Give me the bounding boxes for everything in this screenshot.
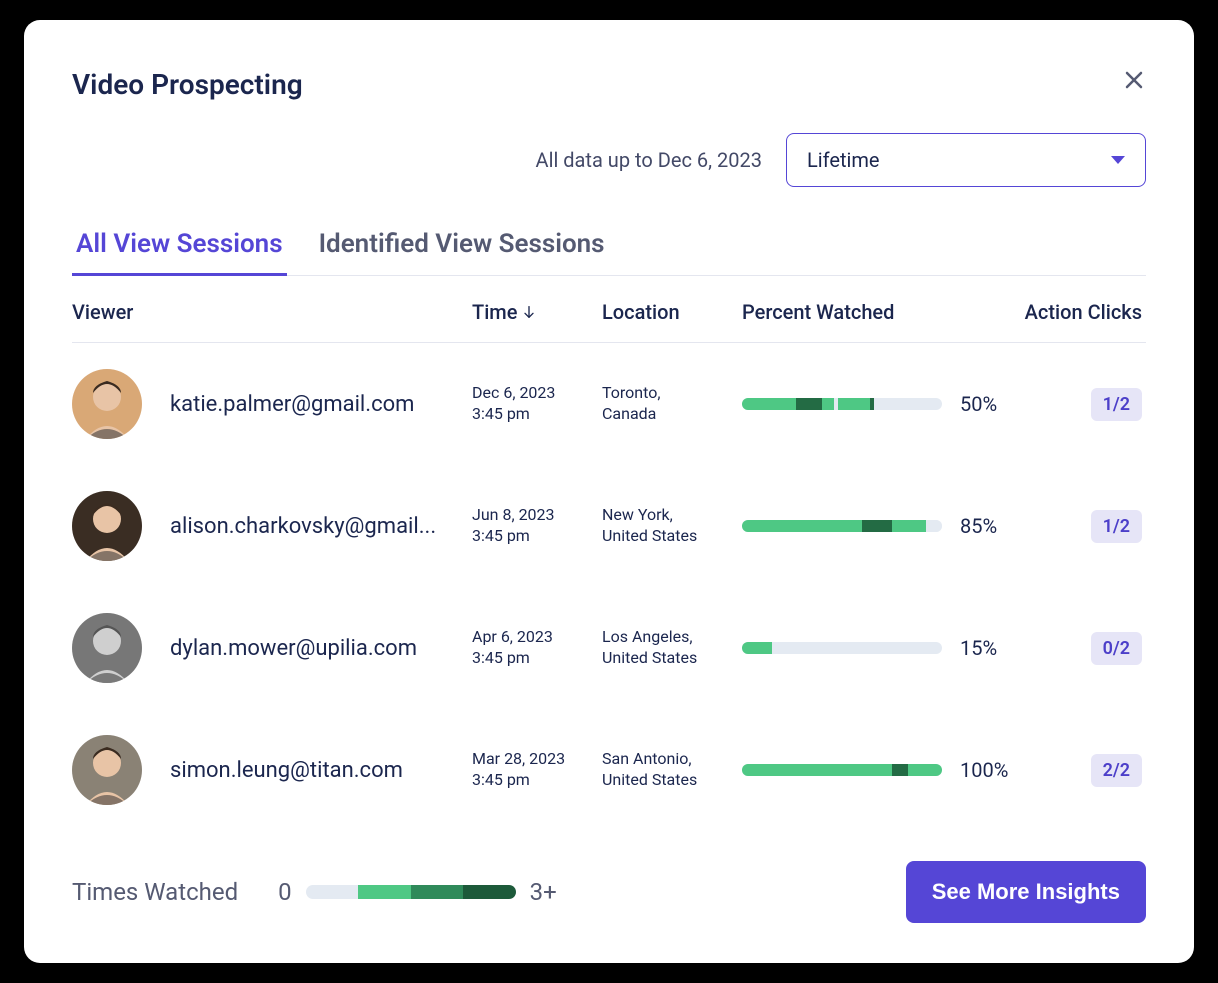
location-cell: New York,United States [602,505,742,547]
column-time[interactable]: Time [472,300,602,324]
viewer-email: katie.palmer@gmail.com [170,392,414,417]
table-body: katie.palmer@gmail.com Dec 6, 20233:45 pm… [72,343,1146,831]
avatar [72,369,142,439]
see-more-insights-button[interactable]: See More Insights [906,861,1146,923]
table-row[interactable]: alison.charkovsky@gmail... Jun 8, 20233:4… [72,465,1146,587]
avatar [72,613,142,683]
avatar [72,735,142,805]
percent-watched-value: 15% [960,636,997,660]
tab-all-view-sessions[interactable]: All View Sessions [72,229,287,276]
percent-watched-bar [742,764,942,776]
times-watched-legend: Times Watched 0 3+ [72,878,557,906]
sort-descending-icon [521,304,537,320]
percent-watched-cell: 15% [742,636,1002,660]
time-cell: Apr 6, 20233:45 pm [472,627,602,669]
location-cell: Los Angeles,United States [602,627,742,669]
legend-label: Times Watched [72,878,238,906]
percent-watched-bar [742,398,942,410]
video-prospecting-modal: Video Prospecting All data up to Dec 6, … [24,20,1194,963]
action-clicks-cell: 1/2 [1002,510,1142,543]
action-clicks-badge: 2/2 [1091,754,1142,787]
close-icon[interactable] [1122,68,1146,92]
avatar [72,491,142,561]
viewer-email: alison.charkovsky@gmail... [170,514,436,539]
percent-watched-bar [742,642,942,654]
viewer-cell: katie.palmer@gmail.com [72,369,472,439]
time-cell: Dec 6, 20233:45 pm [472,383,602,425]
modal-title: Video Prospecting [72,68,303,101]
column-percent-watched[interactable]: Percent Watched [742,300,1002,324]
percent-watched-cell: 85% [742,514,1002,538]
table-row[interactable]: dylan.mower@upilia.com Apr 6, 20233:45 pm… [72,587,1146,709]
chevron-down-icon [1111,156,1125,164]
column-action-clicks[interactable]: Action Clicks [1002,300,1142,324]
viewer-cell: alison.charkovsky@gmail... [72,491,472,561]
location-cell: San Antonio,United States [602,749,742,791]
legend-gradient-bar [306,885,516,899]
tabs: All View Sessions Identified View Session… [72,229,1146,276]
action-clicks-cell: 1/2 [1002,388,1142,421]
viewer-email: dylan.mower@upilia.com [170,636,417,661]
timeframe-dropdown[interactable]: Lifetime [786,133,1146,187]
legend-min: 0 [278,878,292,906]
column-viewer[interactable]: Viewer [72,300,472,324]
timeframe-selected: Lifetime [807,148,880,172]
action-clicks-badge: 0/2 [1091,632,1142,665]
viewer-cell: simon.leung@titan.com [72,735,472,805]
time-cell: Mar 28, 20233:45 pm [472,749,602,791]
percent-watched-cell: 50% [742,392,1002,416]
legend-max: 3+ [530,878,557,906]
table-row[interactable]: katie.palmer@gmail.com Dec 6, 20233:45 pm… [72,343,1146,465]
viewer-cell: dylan.mower@upilia.com [72,613,472,683]
action-clicks-badge: 1/2 [1091,510,1142,543]
location-cell: Toronto,Canada [602,383,742,425]
table-header-row: Viewer Time Location Percent Watched Act… [72,276,1146,343]
percent-watched-value: 50% [960,392,997,416]
action-clicks-badge: 1/2 [1091,388,1142,421]
date-range-label: All data up to Dec 6, 2023 [536,148,762,172]
action-clicks-cell: 2/2 [1002,754,1142,787]
percent-watched-value: 85% [960,514,997,538]
action-clicks-cell: 0/2 [1002,632,1142,665]
viewer-email: simon.leung@titan.com [170,758,403,783]
column-location[interactable]: Location [602,300,742,324]
time-cell: Jun 8, 20233:45 pm [472,505,602,547]
table-row[interactable]: simon.leung@titan.com Mar 28, 20233:45 pm… [72,709,1146,831]
tab-identified-view-sessions[interactable]: Identified View Sessions [315,229,609,276]
percent-watched-cell: 100% [742,758,1002,782]
percent-watched-bar [742,520,942,532]
